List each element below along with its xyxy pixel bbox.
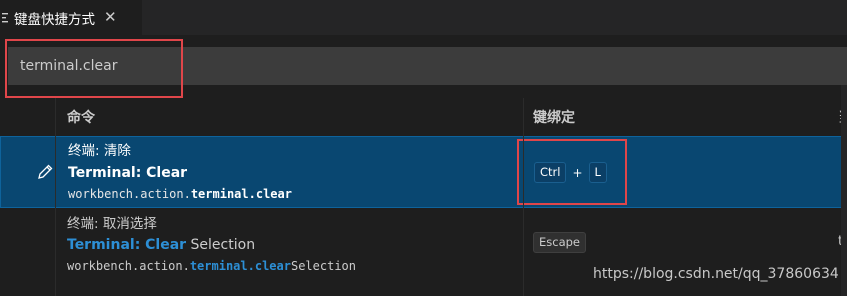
keycap-l: L (588, 162, 607, 183)
search-input[interactable] (8, 47, 847, 85)
column-header-command[interactable]: 命令 (67, 107, 95, 127)
tab-keyboard-shortcuts[interactable]: 键盘快捷方式 ✕ (0, 0, 142, 35)
tab-bar: 键盘快捷方式 ✕ (0, 0, 847, 35)
command-title-en: Terminal: Clear (68, 165, 188, 181)
search-box (8, 47, 847, 85)
table-header: 命令 键绑定 当 (0, 98, 847, 134)
command-id: workbench.action.terminal.clearSelection (67, 259, 357, 273)
column-divider (523, 98, 524, 296)
keycap-ctrl: Ctrl (534, 162, 567, 183)
tab-title: 键盘快捷方式 (14, 11, 95, 28)
scrollbar-track[interactable] (841, 85, 847, 296)
watermark-text: https://blog.csdn.net/qq_37860634 (593, 266, 839, 282)
keybinding-cell[interactable]: Escape (533, 232, 587, 253)
keybinding-cell[interactable]: Ctrl + L (534, 162, 607, 183)
column-divider (55, 98, 56, 296)
command-title-cn: 终端: 清除 (68, 143, 131, 159)
close-icon[interactable]: ✕ (104, 10, 117, 25)
column-header-keybinding[interactable]: 键绑定 (533, 107, 575, 127)
pencil-edit-icon[interactable] (36, 163, 54, 181)
keycap-escape: Escape (533, 232, 587, 253)
table-row[interactable]: 终端: 清除 Terminal: Clear workbench.action.… (0, 136, 847, 208)
command-id: workbench.action.terminal.clear (68, 187, 292, 201)
settings-lines-icon (2, 12, 8, 22)
key-separator: + (572, 165, 583, 180)
command-title-cn: 终端: 取消选择 (67, 216, 157, 232)
command-title-en: Terminal: Clear Selection (67, 237, 256, 253)
